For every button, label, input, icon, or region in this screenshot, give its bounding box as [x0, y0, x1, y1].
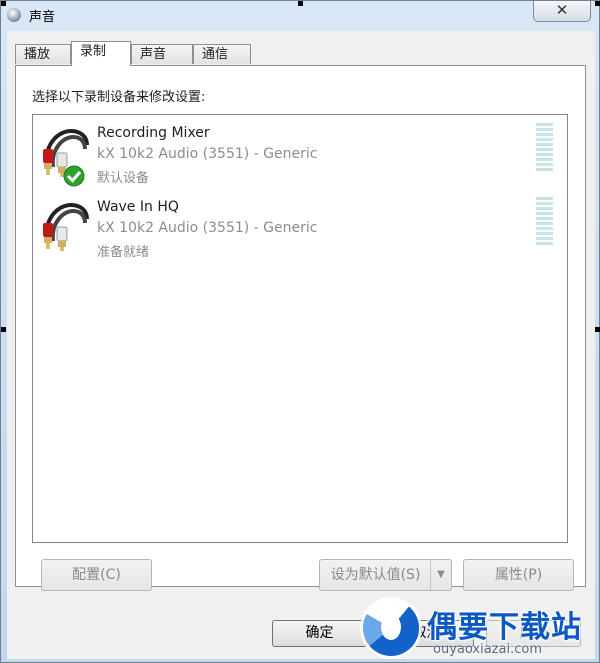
device-driver: kX 10k2 Audio (3551) - Generic [97, 220, 318, 236]
tab-sounds[interactable]: 声音 [131, 44, 193, 64]
device-status: 准备就绪 [97, 245, 150, 260]
resize-handle-left[interactable] [1, 327, 6, 332]
sound-dialog-window: 声音 ✕ 播放 录制 声音 通信 选择以下录制设备来修改设置: Recordin… [0, 0, 600, 663]
speaker-icon [7, 8, 21, 22]
resize-handle-top-right[interactable] [595, 1, 600, 6]
properties-button[interactable]: 属性(P) [463, 559, 574, 591]
device-name: Recording Mixer [97, 125, 210, 141]
tab-playback[interactable]: 播放 [15, 44, 71, 64]
device-status: 默认设备 [97, 171, 150, 186]
device-list[interactable]: Recording Mixer kX 10k2 Audio (3551) - G… [32, 114, 568, 543]
dialog-client-area: 播放 录制 声音 通信 选择以下录制设备来修改设置: Recording Mix… [7, 31, 595, 659]
list-item-wave-in-hq[interactable]: Wave In HQ kX 10k2 Audio (3551) - Generi… [33, 189, 567, 261]
recording-panel: 选择以下录制设备来修改设置: Recording Mixer kX 10k2 A… [15, 65, 586, 591]
rca-cable-icon [43, 202, 89, 251]
tab-recording[interactable]: 录制 [71, 41, 131, 66]
device-name: Wave In HQ [97, 199, 179, 215]
watermark-title: 偶要下载站 [427, 610, 582, 645]
resize-handle-top[interactable] [298, 1, 303, 6]
window-title: 声音 [29, 10, 56, 25]
tab-communications[interactable]: 通信 [193, 44, 251, 64]
list-item-recording-mixer[interactable]: Recording Mixer kX 10k2 Audio (3551) - G… [33, 115, 567, 187]
watermark-logo-icon [363, 600, 419, 656]
device-driver: kX 10k2 Audio (3551) - Generic [97, 146, 318, 162]
watermark-url: ouyaoxiazai.com [433, 642, 542, 657]
level-meter [536, 123, 553, 173]
set-default-split-button[interactable]: 设为默认值(S) ▼ [319, 559, 452, 591]
resize-handle-top-left[interactable] [1, 1, 6, 6]
ok-button[interactable]: 确定 [272, 620, 367, 647]
close-button[interactable]: ✕ [533, 1, 591, 22]
chevron-down-icon[interactable]: ▼ [430, 560, 451, 590]
instruction-text: 选择以下录制设备来修改设置: [32, 90, 206, 105]
set-default-label: 设为默认值(S) [330, 567, 421, 583]
default-device-check-icon [63, 165, 85, 187]
level-meter [536, 197, 553, 247]
configure-button[interactable]: 配置(C) [41, 559, 152, 591]
site-watermark: 偶要下载站 ouyaoxiazai.com [355, 598, 600, 663]
resize-handle-right[interactable] [595, 327, 600, 332]
